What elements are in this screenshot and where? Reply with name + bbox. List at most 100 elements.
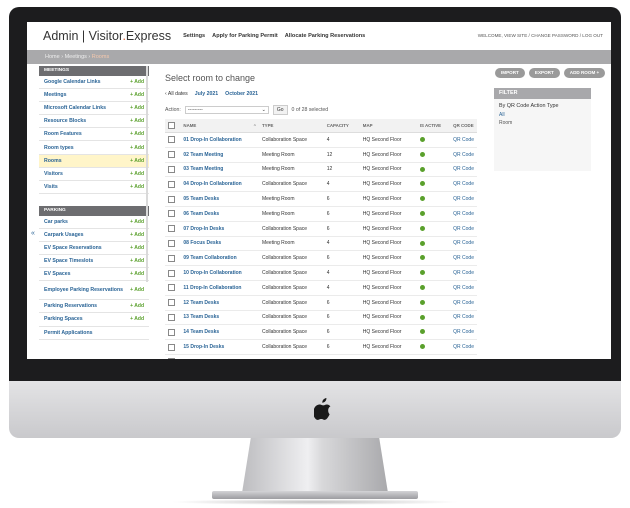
sidebar-item-parking-reservations[interactable]: Parking Reservations + Add bbox=[39, 300, 149, 314]
collapse-sidebar-button[interactable]: « bbox=[31, 230, 35, 237]
sidebar-section-parking[interactable]: PARKING bbox=[39, 205, 149, 216]
room-name-link[interactable]: 09 Team Collaboration bbox=[180, 250, 259, 267]
table-row[interactable]: 08 Focus Desks Meeting Room 4 HQ Second Flo… bbox=[165, 236, 477, 252]
room-name-link[interactable]: 12 Team Desks bbox=[180, 295, 259, 311]
table-row[interactable]: 01 Drop-In Collaboration Collaboration Sp… bbox=[165, 132, 477, 148]
qr-code-link[interactable]: QR Code bbox=[450, 162, 477, 178]
room-name-link[interactable]: 01 Drop-In Collaboration bbox=[180, 132, 259, 148]
qr-code-link[interactable]: QR Code bbox=[450, 265, 477, 281]
add-link[interactable]: + Add bbox=[130, 171, 144, 177]
qr-code-link[interactable]: QR Code bbox=[450, 221, 477, 237]
add-link[interactable]: + Add bbox=[130, 105, 144, 111]
row-checkbox[interactable] bbox=[168, 210, 175, 218]
add-link[interactable]: + Add bbox=[130, 92, 144, 98]
room-name-link[interactable]: 05 Team Desks bbox=[180, 191, 259, 207]
room-name-link[interactable]: 03 Team Meeting bbox=[180, 162, 259, 178]
filter-option-room[interactable]: Room bbox=[494, 119, 591, 127]
qr-code-link[interactable]: QR Code bbox=[450, 206, 477, 222]
add-link[interactable]: + Add bbox=[130, 316, 144, 322]
sidebar-item-room-features[interactable]: Room Features + Add bbox=[39, 128, 149, 142]
sidebar-item-ev-spaces[interactable]: EV Spaces + Add bbox=[39, 268, 149, 282]
user-tools[interactable]: WELCOME, VIEW SITE / CHANGE PASSWORD / L… bbox=[478, 33, 603, 38]
room-name-link[interactable]: 11 Drop-In Collaboration bbox=[180, 280, 259, 296]
row-checkbox[interactable] bbox=[168, 239, 175, 247]
site-brand[interactable]: Admin | Visitor.Express bbox=[43, 29, 171, 43]
row-checkbox[interactable] bbox=[168, 225, 175, 233]
qr-code-link[interactable]: QR Code bbox=[450, 191, 477, 207]
filter-option-all[interactable]: All bbox=[494, 111, 591, 119]
qr-code-link[interactable]: QR Code bbox=[450, 176, 477, 193]
breadcrumb-meetings[interactable]: Meetings bbox=[65, 54, 87, 60]
sidebar-item-visitors[interactable]: Visitors + Add bbox=[39, 168, 149, 181]
add-link[interactable]: + Add bbox=[130, 287, 144, 293]
row-checkbox[interactable] bbox=[168, 151, 175, 159]
table-row[interactable]: 11 Drop-In Collaboration Collaboration Sp… bbox=[165, 280, 477, 296]
sidebar-item-permit-applications[interactable]: Permit Applications bbox=[39, 327, 149, 340]
table-row[interactable]: 04 Drop-In Collaboration Collaboration Sp… bbox=[165, 176, 477, 193]
qr-code-link[interactable]: QR Code bbox=[450, 295, 477, 311]
column-type[interactable]: TYPE bbox=[258, 119, 324, 133]
row-checkbox[interactable] bbox=[168, 299, 175, 307]
room-name-link[interactable]: 02 Team Meeting bbox=[180, 147, 259, 163]
table-row[interactable]: 14 Team Desks Collaboration Space 6 HQ Seco… bbox=[165, 324, 477, 341]
room-name-link[interactable]: 10 Drop-In Collaboration bbox=[180, 265, 259, 281]
column-is-active[interactable]: IS ACTIVE bbox=[416, 119, 451, 133]
qr-code-link[interactable]: QR Code bbox=[450, 339, 477, 355]
table-row[interactable]: 15 Drop-In Desks Collaboration Space 6 HQ S… bbox=[165, 339, 477, 355]
table-row[interactable]: 13 Team Desks Collaboration Space 6 HQ Seco… bbox=[165, 310, 477, 326]
row-checkbox[interactable] bbox=[168, 343, 175, 351]
select-all-checkbox[interactable] bbox=[168, 122, 175, 129]
sidebar-item-carpark-usages[interactable]: Carpark Usages + Add bbox=[39, 229, 149, 243]
add-link[interactable]: + Add bbox=[130, 158, 144, 164]
room-name-link[interactable]: 07 Drop-In Desks bbox=[180, 221, 259, 237]
row-checkbox[interactable] bbox=[168, 254, 175, 262]
table-row[interactable]: 06 Team Desks Meeting Room 6 HQ Second Floo… bbox=[165, 206, 477, 222]
room-name-link[interactable]: 16 Team Collaboration bbox=[180, 354, 259, 359]
room-name-link[interactable]: 14 Team Desks bbox=[180, 324, 259, 341]
date-july-2021[interactable]: July 2021 bbox=[195, 91, 218, 101]
sidebar-section-meetings[interactable]: MEETINGS bbox=[39, 66, 149, 76]
table-row[interactable]: 05 Team Desks Meeting Room 6 HQ Second Floo… bbox=[165, 191, 477, 207]
sidebar-item-microsoft-calendar-links[interactable]: Microsoft Calendar Links + Add bbox=[39, 102, 149, 116]
sort-arrow-icon[interactable]: ^ bbox=[254, 123, 256, 128]
sidebar-item-ev-space-reservations[interactable]: EV Space Reservations + Add bbox=[39, 242, 149, 256]
date-october-2021[interactable]: October 2021 bbox=[225, 91, 258, 101]
add-room-button[interactable]: ADD ROOM + bbox=[563, 68, 606, 78]
column-map[interactable]: MAP bbox=[359, 119, 417, 133]
date-all[interactable]: ‹ All dates bbox=[165, 91, 188, 101]
column-capacity[interactable]: CAPACITY bbox=[323, 119, 360, 133]
add-link[interactable]: + Add bbox=[130, 79, 144, 85]
room-name-link[interactable]: 15 Drop-In Desks bbox=[180, 339, 259, 355]
table-row[interactable]: 10 Drop-In Collaboration Collaboration Sp… bbox=[165, 265, 477, 281]
table-row[interactable]: 09 Team Collaboration Collaboration Space… bbox=[165, 250, 477, 267]
import-button[interactable]: IMPORT bbox=[495, 68, 525, 78]
table-row[interactable]: 02 Team Meeting Meeting Room 12 HQ Second F… bbox=[165, 147, 477, 163]
qr-code-link[interactable]: QR Code bbox=[450, 147, 477, 163]
row-checkbox[interactable] bbox=[168, 269, 175, 277]
sidebar-item-ev-space-timeslots[interactable]: EV Space Timeslots + Add bbox=[39, 255, 149, 269]
qr-code-link[interactable]: QR Code bbox=[450, 236, 477, 252]
sidebar-item-parking-spaces[interactable]: Parking Spaces + Add bbox=[39, 313, 149, 327]
table-row[interactable]: 16 Team CollaborationCollaboration Space… bbox=[165, 354, 477, 359]
room-name-link[interactable]: 06 Team Desks bbox=[180, 206, 259, 222]
sidebar-item-resource-blocks[interactable]: Resource Blocks + Add bbox=[39, 115, 149, 129]
row-checkbox[interactable] bbox=[168, 136, 175, 144]
row-checkbox[interactable] bbox=[168, 180, 175, 188]
room-name-link[interactable]: 13 Team Desks bbox=[180, 310, 259, 326]
qr-code-link[interactable]: QR Code bbox=[450, 132, 477, 148]
qr-code-link[interactable]: QR Code bbox=[450, 324, 477, 341]
sidebar-item-meetings[interactable]: Meetings + Add bbox=[39, 89, 149, 103]
table-row[interactable]: 07 Drop-In Desks Collaboration Space 6 HQ S… bbox=[165, 221, 477, 237]
add-link[interactable]: + Add bbox=[130, 245, 144, 251]
sidebar-item-employee-parking-reservations[interactable]: Employee Parking Reservations + Add bbox=[39, 281, 149, 301]
action-select[interactable]: --------- ⌄ bbox=[184, 106, 269, 114]
add-link[interactable]: + Add bbox=[130, 184, 144, 190]
add-link[interactable]: + Add bbox=[130, 219, 144, 225]
export-button[interactable]: EXPORT bbox=[528, 68, 560, 78]
qr-code-link[interactable]: QR Code bbox=[450, 310, 477, 326]
column-qr-code[interactable]: QR CODE bbox=[450, 119, 477, 133]
qr-code-link[interactable]: QR Code bbox=[450, 250, 477, 267]
breadcrumb-home[interactable]: Home bbox=[45, 54, 60, 60]
qr-code-link[interactable]: QR Code bbox=[450, 354, 477, 359]
sidebar-item-google-calendar-links[interactable]: Google Calendar Links + Add bbox=[39, 76, 149, 90]
